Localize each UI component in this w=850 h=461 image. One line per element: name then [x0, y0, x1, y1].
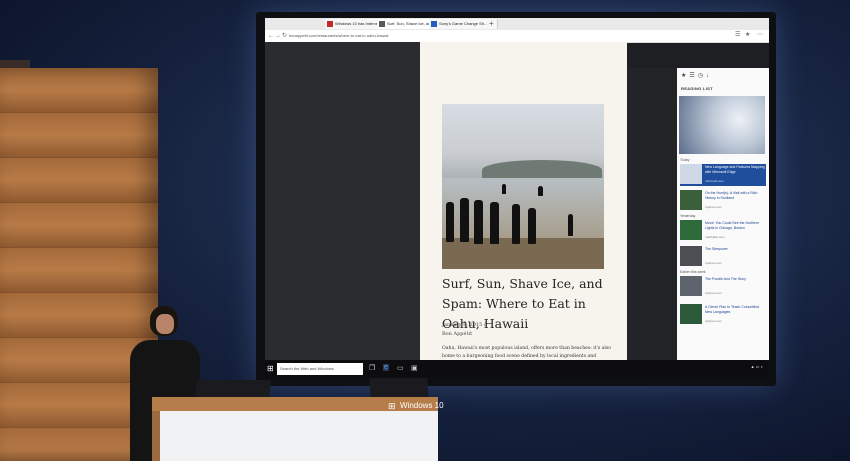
tab-favicon-icon [379, 21, 385, 27]
item-source: nytimes.com [705, 261, 722, 265]
taskbar-search-box[interactable]: Search the Web and Windows [277, 363, 363, 375]
system-tray-icons[interactable]: ▲ ▭ ◖ [751, 364, 763, 369]
store-icon[interactable]: ▣ [411, 364, 418, 372]
podium-brand-text: Windows 10 [400, 401, 444, 410]
file-explorer-icon[interactable]: ▭ [397, 364, 404, 372]
item-title: The Poodle And The Story [705, 277, 746, 281]
reading-list-pane: ★☰◷↓ READING LIST Today New Language and… [677, 68, 769, 360]
photo-figure [474, 200, 483, 244]
article-date: January 8, 2015 / [442, 322, 486, 328]
reading-list-item[interactable]: Move: You Could See the Northern Lights … [680, 220, 766, 242]
more-icon[interactable]: ⋯ [757, 31, 763, 38]
photo-figure [502, 184, 506, 194]
tab-favicon-icon [327, 21, 333, 27]
reading-view-icon[interactable]: ☰ [735, 31, 740, 38]
section-label: Earlier this week [680, 270, 706, 274]
reading-view-margin-right [627, 68, 677, 360]
tab-3[interactable]: Sony's Game Change Sh... [429, 19, 498, 29]
edge-browser-icon[interactable]: e [383, 364, 389, 371]
downloads-hub-icon[interactable]: ↓ [706, 73, 712, 79]
projection-screen: Windows 10 has Internet Ex... Surf, Sun,… [265, 18, 769, 378]
item-thumbnail [680, 220, 702, 240]
task-view-icon[interactable]: ❐ [369, 364, 375, 372]
photo-hill [482, 160, 602, 180]
start-button-icon[interactable]: ⊞ [267, 364, 274, 373]
reading-list-hub-icon[interactable]: ☰ [689, 73, 697, 79]
laptop-right [369, 378, 429, 398]
browser-tab-bar: Windows 10 has Internet Ex... Surf, Sun,… [265, 18, 769, 30]
photo-figure [528, 208, 536, 244]
presenter-face [156, 314, 174, 334]
article-photo [442, 104, 604, 269]
item-title: New Language and Features Mapping with M… [705, 165, 765, 174]
forward-icon[interactable]: → [275, 32, 281, 40]
item-thumbnail [680, 246, 702, 266]
item-title: Move: You Could See the Northern Lights … [705, 221, 760, 230]
item-thumbnail [680, 190, 702, 210]
back-icon[interactable]: ← [268, 32, 274, 40]
new-tab-button[interactable]: + [489, 19, 494, 29]
photo-figure [446, 202, 454, 242]
reading-view-margin-left [265, 42, 420, 360]
windows-taskbar: ⊞ Search the Web and Windows ❐ e ▭ ▣ ▲ ▭… [265, 360, 769, 378]
article-source[interactable]: Bon Appétit [442, 331, 472, 337]
item-title: The Sleepover [705, 247, 728, 251]
item-title: On the Hunt(s): A Visit with a Rich Hist… [705, 191, 758, 200]
article-reading-view: Surf, Sun, Shave Ice, and Spam: Where to… [420, 42, 627, 367]
photo-figure [538, 186, 543, 196]
reading-list-item[interactable]: The Sleepover nytimes.com [680, 246, 766, 268]
podium-front [160, 411, 438, 461]
tab-label: Sony's Game Change Sh... [439, 21, 488, 26]
reading-list-item[interactable]: A Clever Plan to Teach Colourblind New L… [680, 304, 766, 326]
reading-list-item[interactable]: The Poodle And The Story nytimes.com [680, 276, 766, 298]
item-source: nytimes.com [705, 205, 722, 209]
hub-icons: ★☰◷↓ [681, 72, 712, 79]
photo-figure [490, 202, 499, 244]
windows-logo-icon: ⊞ [388, 401, 396, 411]
url-field[interactable]: bonappetit.com/restaurants/where-to-eat-… [289, 32, 388, 40]
photo-figure [460, 198, 469, 242]
photo-sand [442, 238, 604, 269]
reading-list-item[interactable]: On the Hunt(s): A Visit with a Rich Hist… [680, 190, 766, 212]
reading-list-title: READING LIST [681, 86, 713, 91]
item-source: nytimes.com [705, 291, 722, 295]
tab-label: Surf, Sun, Shave Ice, an... [387, 21, 434, 26]
photo-figure [568, 214, 573, 236]
item-source: mashable.com [705, 235, 725, 239]
refresh-icon[interactable]: ↻ [282, 32, 287, 40]
reading-list-item[interactable]: New Language and Features Mapping with M… [680, 164, 766, 186]
section-label: Yesterday [680, 214, 696, 218]
reading-list-feature-image[interactable] [679, 96, 765, 154]
tab-favicon-icon [431, 21, 437, 27]
item-source: microsoft.com [705, 179, 724, 183]
photo-figure [512, 204, 520, 244]
stage: Windows 10 has Internet Ex... Surf, Sun,… [0, 0, 850, 461]
history-hub-icon[interactable]: ◷ [698, 73, 706, 79]
favorites-icon[interactable]: ★ [745, 31, 750, 38]
item-title: A Clever Plan to Teach Colourblind New L… [705, 305, 760, 314]
item-source: nytimes.com [705, 319, 722, 323]
item-thumbnail [680, 304, 702, 324]
item-thumbnail [680, 276, 702, 296]
item-thumbnail [680, 164, 702, 184]
section-label: Today [680, 158, 690, 162]
